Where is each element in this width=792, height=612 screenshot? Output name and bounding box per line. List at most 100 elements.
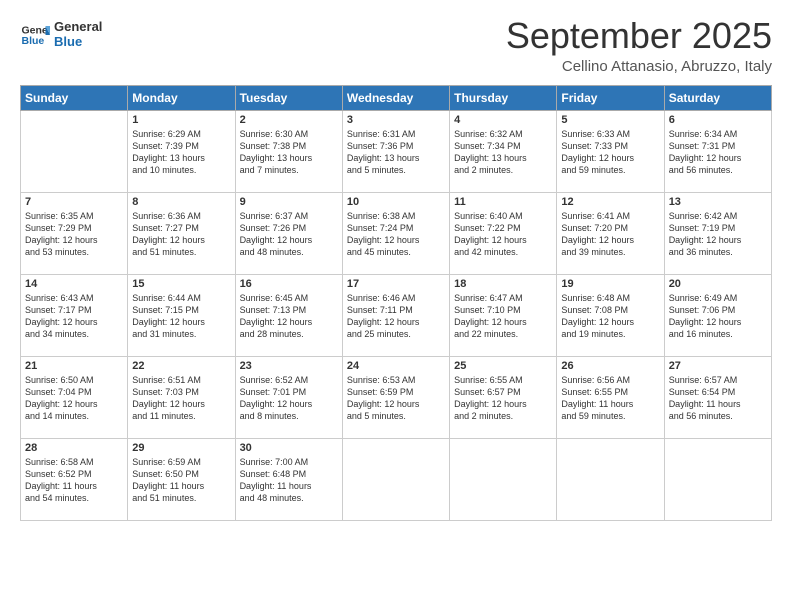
table-row: 7 Sunrise: 6:35 AM Sunset: 7:29 PM Daylig… <box>21 192 128 274</box>
calendar-week-row: 28 Sunrise: 6:58 AM Sunset: 6:52 PM Dayli… <box>21 438 772 520</box>
col-tuesday: Tuesday <box>235 85 342 110</box>
table-row <box>450 438 557 520</box>
table-row: 25 Sunrise: 6:55 AM Sunset: 6:57 PM Dayli… <box>450 356 557 438</box>
day-number: 27 <box>669 360 767 372</box>
col-wednesday: Wednesday <box>342 85 449 110</box>
day-number: 10 <box>347 196 445 208</box>
month-title: September 2025 <box>506 16 772 56</box>
day-content: Sunrise: 6:31 AM Sunset: 7:36 PM Dayligh… <box>347 128 445 177</box>
table-row: 23 Sunrise: 6:52 AM Sunset: 7:01 PM Dayli… <box>235 356 342 438</box>
table-row: 14 Sunrise: 6:43 AM Sunset: 7:17 PM Dayli… <box>21 274 128 356</box>
day-number: 29 <box>132 442 230 454</box>
day-content: Sunrise: 6:47 AM Sunset: 7:10 PM Dayligh… <box>454 292 552 341</box>
day-number: 14 <box>25 278 123 290</box>
table-row: 5Sunrise: 6:33 AM Sunset: 7:33 PM Daylig… <box>557 110 664 192</box>
day-content: Sunrise: 6:30 AM Sunset: 7:38 PM Dayligh… <box>240 128 338 177</box>
table-row: 16Sunrise: 6:45 AM Sunset: 7:13 PM Dayli… <box>235 274 342 356</box>
day-content: Sunrise: 6:37 AM Sunset: 7:26 PM Dayligh… <box>240 210 338 259</box>
day-number: 5 <box>561 114 659 126</box>
day-number: 3 <box>347 114 445 126</box>
table-row: 30 Sunrise: 7:00 AM Sunset: 6:48 PM Dayli… <box>235 438 342 520</box>
day-content: Sunrise: 6:46 AM Sunset: 7:11 PM Dayligh… <box>347 292 445 341</box>
day-number: 20 <box>669 278 767 290</box>
day-content: Sunrise: 6:43 AM Sunset: 7:17 PM Dayligh… <box>25 292 123 341</box>
calendar: Sunday Monday Tuesday Wednesday Thursday… <box>20 85 772 521</box>
table-row: 26Sunrise: 6:56 AM Sunset: 6:55 PM Dayli… <box>557 356 664 438</box>
page: General Blue General Blue September 2025… <box>0 0 792 612</box>
day-content: Sunrise: 6:32 AM Sunset: 7:34 PM Dayligh… <box>454 128 552 177</box>
day-number: 25 <box>454 360 552 372</box>
table-row <box>21 110 128 192</box>
day-number: 8 <box>132 196 230 208</box>
day-number: 30 <box>240 442 338 454</box>
table-row: 2 Sunrise: 6:30 AM Sunset: 7:38 PM Daylig… <box>235 110 342 192</box>
day-content: Sunrise: 6:57 AM Sunset: 6:54 PM Dayligh… <box>669 374 767 423</box>
day-number: 13 <box>669 196 767 208</box>
table-row: 3 Sunrise: 6:31 AM Sunset: 7:36 PM Daylig… <box>342 110 449 192</box>
day-number: 2 <box>240 114 338 126</box>
day-content: Sunrise: 6:38 AM Sunset: 7:24 PM Dayligh… <box>347 210 445 259</box>
table-row: 27 Sunrise: 6:57 AM Sunset: 6:54 PM Dayli… <box>664 356 771 438</box>
day-number: 22 <box>132 360 230 372</box>
calendar-week-row: 1 Sunrise: 6:29 AM Sunset: 7:39 PM Daylig… <box>21 110 772 192</box>
day-number: 18 <box>454 278 552 290</box>
day-number: 23 <box>240 360 338 372</box>
day-number: 21 <box>25 360 123 372</box>
table-row: 15 Sunrise: 6:44 AM Sunset: 7:15 PM Dayli… <box>128 274 235 356</box>
calendar-week-row: 21 Sunrise: 6:50 AM Sunset: 7:04 PM Dayli… <box>21 356 772 438</box>
table-row: 29 Sunrise: 6:59 AM Sunset: 6:50 PM Dayli… <box>128 438 235 520</box>
day-content: Sunrise: 6:29 AM Sunset: 7:39 PM Dayligh… <box>132 128 230 177</box>
day-content: Sunrise: 6:56 AM Sunset: 6:55 PM Dayligh… <box>561 374 659 423</box>
table-row <box>342 438 449 520</box>
day-number: 11 <box>454 196 552 208</box>
logo-icon: General Blue <box>20 20 50 50</box>
table-row: 19Sunrise: 6:48 AM Sunset: 7:08 PM Dayli… <box>557 274 664 356</box>
table-row: 6 Sunrise: 6:34 AM Sunset: 7:31 PM Daylig… <box>664 110 771 192</box>
table-row: 28 Sunrise: 6:58 AM Sunset: 6:52 PM Dayli… <box>21 438 128 520</box>
table-row: 20 Sunrise: 6:49 AM Sunset: 7:06 PM Dayli… <box>664 274 771 356</box>
table-row: 21 Sunrise: 6:50 AM Sunset: 7:04 PM Dayli… <box>21 356 128 438</box>
day-content: Sunrise: 6:34 AM Sunset: 7:31 PM Dayligh… <box>669 128 767 177</box>
location-title: Cellino Attanasio, Abruzzo, Italy <box>506 58 772 75</box>
table-row: 22 Sunrise: 6:51 AM Sunset: 7:03 PM Dayli… <box>128 356 235 438</box>
day-content: Sunrise: 6:44 AM Sunset: 7:15 PM Dayligh… <box>132 292 230 341</box>
header: General Blue General Blue September 2025… <box>20 16 772 75</box>
day-number: 12 <box>561 196 659 208</box>
day-content: Sunrise: 6:50 AM Sunset: 7:04 PM Dayligh… <box>25 374 123 423</box>
table-row: 9Sunrise: 6:37 AM Sunset: 7:26 PM Daylig… <box>235 192 342 274</box>
col-saturday: Saturday <box>664 85 771 110</box>
day-content: Sunrise: 6:58 AM Sunset: 6:52 PM Dayligh… <box>25 456 123 505</box>
day-content: Sunrise: 6:51 AM Sunset: 7:03 PM Dayligh… <box>132 374 230 423</box>
day-number: 15 <box>132 278 230 290</box>
table-row <box>557 438 664 520</box>
title-block: September 2025 Cellino Attanasio, Abruzz… <box>506 16 772 75</box>
day-number: 6 <box>669 114 767 126</box>
day-content: Sunrise: 6:41 AM Sunset: 7:20 PM Dayligh… <box>561 210 659 259</box>
table-row: 17 Sunrise: 6:46 AM Sunset: 7:11 PM Dayli… <box>342 274 449 356</box>
day-number: 17 <box>347 278 445 290</box>
table-row: 11 Sunrise: 6:40 AM Sunset: 7:22 PM Dayli… <box>450 192 557 274</box>
table-row: 8Sunrise: 6:36 AM Sunset: 7:27 PM Daylig… <box>128 192 235 274</box>
day-number: 7 <box>25 196 123 208</box>
table-row <box>664 438 771 520</box>
day-content: Sunrise: 6:55 AM Sunset: 6:57 PM Dayligh… <box>454 374 552 423</box>
day-content: Sunrise: 6:48 AM Sunset: 7:08 PM Dayligh… <box>561 292 659 341</box>
calendar-week-row: 14 Sunrise: 6:43 AM Sunset: 7:17 PM Dayli… <box>21 274 772 356</box>
calendar-header-row: Sunday Monday Tuesday Wednesday Thursday… <box>21 85 772 110</box>
day-content: Sunrise: 6:40 AM Sunset: 7:22 PM Dayligh… <box>454 210 552 259</box>
calendar-week-row: 7 Sunrise: 6:35 AM Sunset: 7:29 PM Daylig… <box>21 192 772 274</box>
logo-blue-text: Blue <box>54 35 102 50</box>
day-content: Sunrise: 6:42 AM Sunset: 7:19 PM Dayligh… <box>669 210 767 259</box>
day-content: Sunrise: 6:49 AM Sunset: 7:06 PM Dayligh… <box>669 292 767 341</box>
table-row: 1 Sunrise: 6:29 AM Sunset: 7:39 PM Daylig… <box>128 110 235 192</box>
day-number: 1 <box>132 114 230 126</box>
day-content: Sunrise: 6:59 AM Sunset: 6:50 PM Dayligh… <box>132 456 230 505</box>
day-content: Sunrise: 6:52 AM Sunset: 7:01 PM Dayligh… <box>240 374 338 423</box>
table-row: 10 Sunrise: 6:38 AM Sunset: 7:24 PM Dayli… <box>342 192 449 274</box>
table-row: 24Sunrise: 6:53 AM Sunset: 6:59 PM Dayli… <box>342 356 449 438</box>
day-number: 4 <box>454 114 552 126</box>
day-content: Sunrise: 6:35 AM Sunset: 7:29 PM Dayligh… <box>25 210 123 259</box>
logo: General Blue General Blue <box>20 20 102 50</box>
day-number: 28 <box>25 442 123 454</box>
day-content: Sunrise: 7:00 AM Sunset: 6:48 PM Dayligh… <box>240 456 338 505</box>
